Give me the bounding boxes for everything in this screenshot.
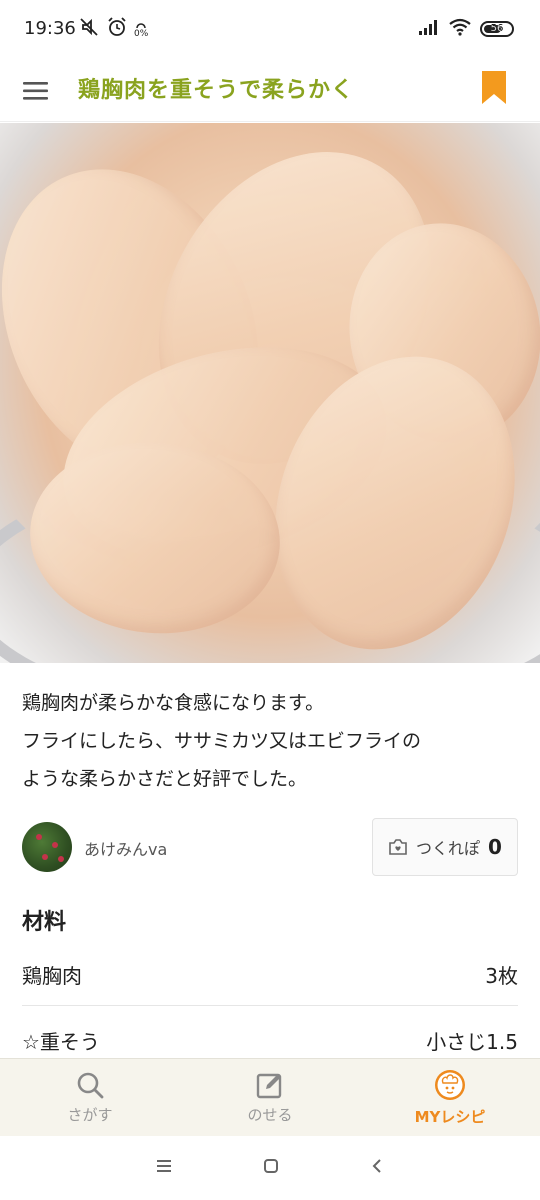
battery-level: 56: [490, 23, 504, 34]
tab-post[interactable]: のせる: [180, 1059, 360, 1136]
silent-icon: [78, 16, 100, 42]
tab-my-recipe[interactable]: MYレシピ: [360, 1059, 540, 1136]
avatar[interactable]: [22, 822, 72, 872]
tsukurepo-label: つくれぽ: [416, 839, 481, 858]
author-row: あけみんva つくれぽ 0: [22, 818, 518, 878]
status-time: 19:36: [24, 18, 76, 39]
ingredient-quantity: 小さじ1.5: [426, 1030, 518, 1054]
ingredients-heading: 材料: [22, 910, 67, 935]
tab-search[interactable]: さがす: [0, 1059, 180, 1136]
tab-label: さがす: [67, 1106, 113, 1124]
description-line: 鶏胸肉が柔らかな食感になります。: [22, 692, 325, 714]
data-speed-icon: 0%: [134, 20, 148, 39]
home-icon[interactable]: [262, 1157, 280, 1179]
wifi-icon: [448, 18, 472, 40]
ingredient-row: 鶏胸肉 3枚: [22, 942, 518, 1006]
recents-icon[interactable]: [155, 1158, 173, 1178]
data-speed-text: 0%: [134, 28, 149, 39]
bookmark-icon: [482, 71, 506, 104]
system-nav-bar: [0, 1136, 540, 1200]
chef-icon: [435, 1070, 465, 1100]
description-line: フライにしたら、ササミカツ又はエビフライの: [22, 730, 422, 752]
bottom-tab-bar: さがす のせる MYレシピ: [0, 1058, 540, 1136]
tsukurepo-count: 0: [488, 835, 502, 859]
ingredient-name: 鶏胸肉: [22, 964, 82, 988]
recipe-photo: [0, 123, 540, 663]
battery-icon: 56: [480, 21, 514, 37]
status-bar: 19:36 0% 56: [0, 0, 540, 60]
hamburger-icon: [23, 82, 48, 100]
page-title: 鶏胸肉を重そうで柔らかく: [78, 78, 355, 103]
search-icon: [77, 1072, 104, 1099]
bookmark-button[interactable]: [480, 70, 508, 110]
tab-label: のせる: [247, 1106, 293, 1124]
menu-button[interactable]: [22, 74, 56, 108]
tsukurepo-button[interactable]: つくれぽ 0: [372, 818, 518, 876]
recipe-description: 鶏胸肉が柔らかな食感になります。 フライにしたら、ササミカツ又はエビフライの よ…: [22, 684, 522, 798]
author-name[interactable]: あけみんva: [84, 836, 167, 860]
edit-icon: [256, 1073, 282, 1099]
ingredient-name: ☆重そう: [22, 1030, 100, 1054]
tab-label: MYレシピ: [414, 1108, 486, 1126]
alarm-icon: [106, 16, 128, 42]
app-header: 鶏胸肉を重そうで柔らかく: [0, 60, 540, 122]
camera-heart-icon: [389, 839, 407, 855]
back-icon[interactable]: [369, 1157, 385, 1179]
ingredient-quantity: 3枚: [485, 964, 518, 988]
signal-icon: [418, 18, 440, 40]
description-line: ような柔らかさだと好評でした。: [22, 768, 308, 790]
